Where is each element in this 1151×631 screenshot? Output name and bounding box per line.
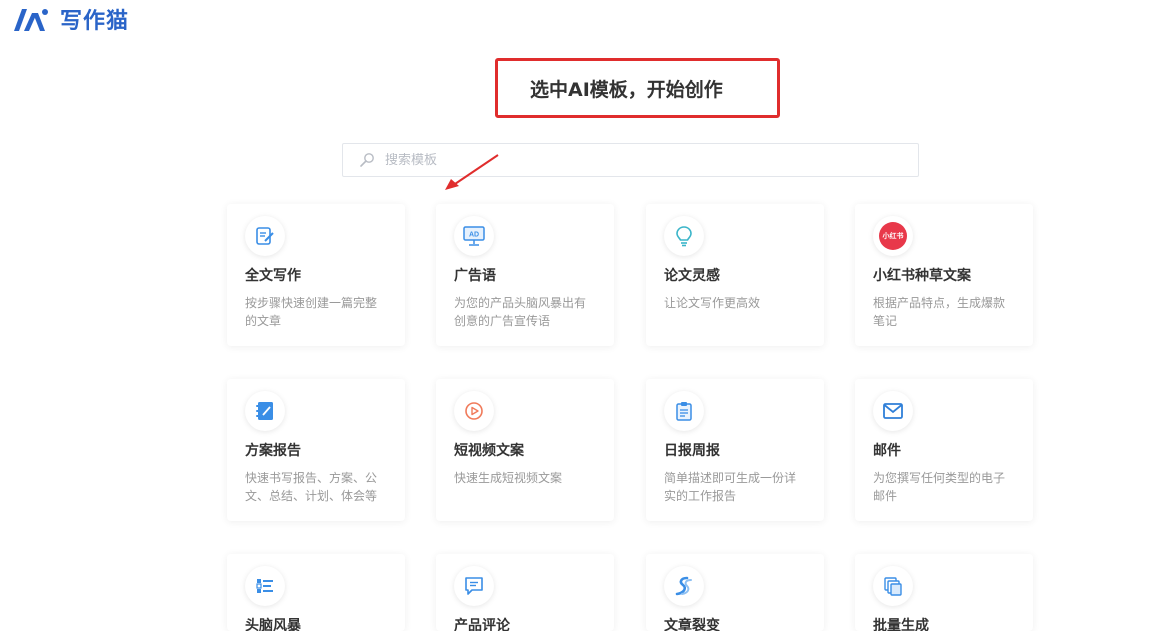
template-title: 短视频文案 (454, 443, 524, 459)
play-icon (465, 402, 483, 420)
template-card[interactable]: 短视频文案 快速生成短视频文案 (436, 379, 614, 521)
mail-icon (883, 403, 903, 419)
template-card[interactable]: 小红书 小红书种草文案 根据产品特点，生成爆款笔记 (855, 204, 1033, 346)
clipboard-icon (676, 402, 692, 421)
comment-icon (465, 577, 483, 595)
lightbulb-icon (676, 226, 692, 247)
template-title: 邮件 (873, 443, 901, 459)
template-title: 产品评论 (454, 618, 510, 631)
brand-name: 写作猫 (60, 8, 130, 34)
template-desc: 为您撰写任何类型的电子邮件 (873, 471, 1006, 503)
ad-screen-icon: AD (463, 226, 485, 246)
split-icon (675, 576, 692, 596)
template-card[interactable]: 邮件 为您撰写任何类型的电子邮件 (855, 379, 1033, 521)
template-title: 全文写作 (245, 268, 301, 284)
template-card[interactable]: 头脑风暴 (227, 554, 405, 631)
callout-text: 选中AI模板，开始创作 (530, 78, 723, 101)
svg-text:AD: AD (469, 232, 479, 239)
template-title: 头脑风暴 (245, 618, 301, 631)
template-desc: 为您的产品头脑风暴出有创意的广告宣传语 (454, 296, 587, 328)
template-title: 日报周报 (664, 443, 720, 459)
template-card[interactable]: 日报周报 简单描述即可生成一份详实的工作报告 (646, 379, 824, 521)
template-title: 文章裂变 (664, 618, 720, 631)
annotation-arrow-icon (445, 154, 499, 190)
stack-copy-icon (884, 577, 902, 596)
template-title: 小红书种草文案 (873, 268, 971, 284)
template-card[interactable]: 产品评论 (436, 554, 614, 631)
template-card[interactable]: 批量生成 (855, 554, 1033, 631)
template-desc: 快速书写报告、方案、公文、总结、计划、体会等 (245, 471, 378, 503)
annotation-callout: 选中AI模板，开始创作 (495, 58, 780, 118)
template-desc: 根据产品特点，生成爆款笔记 (873, 296, 1006, 328)
template-card[interactable]: AD 广告语 为您的产品头脑风暴出有创意的广告宣传语 (436, 204, 614, 346)
template-desc: 让论文写作更高效 (664, 296, 761, 310)
xiaohongshu-icon: 小红书 (879, 222, 907, 250)
search-icon (360, 153, 374, 167)
notebook-icon (256, 402, 273, 420)
template-desc: 简单描述即可生成一份详实的工作报告 (664, 471, 797, 503)
xiaohongshu-icon-text: 小红书 (882, 232, 904, 240)
template-card[interactable]: 论文灵感 让论文写作更高效 (646, 204, 824, 346)
edit-document-icon (256, 227, 274, 245)
brand-mark-icon (14, 9, 48, 31)
template-card[interactable]: 方案报告 快速书写报告、方案、公文、总结、计划、体会等 (227, 379, 405, 521)
template-card[interactable]: 文章裂变 (646, 554, 824, 631)
template-title: 论文灵感 (664, 268, 720, 284)
template-card[interactable]: 全文写作 按步骤快速创建一篇完整的文章 (227, 204, 405, 346)
brand-logo[interactable]: 写作猫 (14, 4, 129, 34)
template-title: 方案报告 (245, 443, 301, 459)
template-desc: 快速生成短视频文案 (454, 471, 563, 485)
template-desc: 按步骤快速创建一篇完整的文章 (245, 296, 378, 328)
search-box[interactable] (342, 143, 919, 177)
list-icon (256, 579, 273, 593)
template-title: 广告语 (454, 268, 496, 284)
template-title: 批量生成 (873, 618, 929, 631)
